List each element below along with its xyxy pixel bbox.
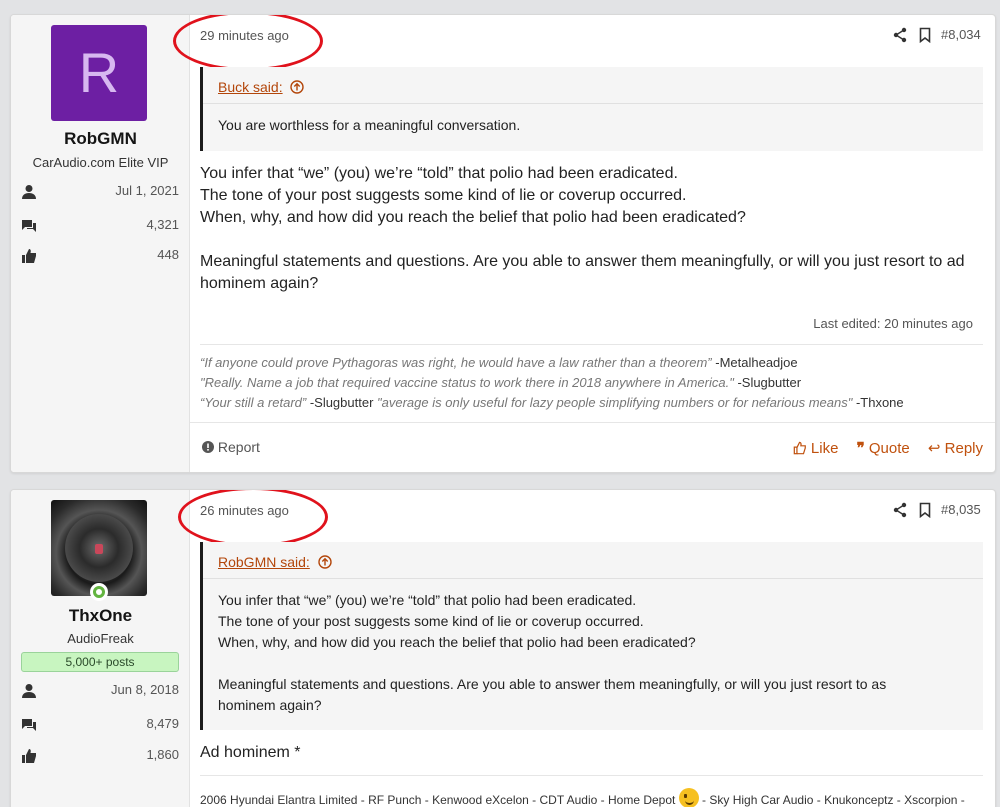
wink-emoji-icon	[678, 788, 699, 807]
bookmark-icon[interactable]	[919, 502, 931, 518]
joined-stat: Jul 1, 2021	[21, 183, 179, 203]
thumbs-up-icon	[793, 441, 806, 455]
signature-line: “If anyone could prove Pythagoras was ri…	[200, 353, 983, 373]
reactions-stat: 448	[21, 247, 179, 267]
arrow-up-circle-icon[interactable]	[290, 80, 305, 94]
highlight-ring	[173, 15, 323, 71]
signature-author: -Thxone	[852, 395, 904, 410]
body-line: Meaningful statements and questions. Are…	[200, 253, 965, 270]
avatar[interactable]: R	[51, 25, 147, 121]
quote-line: You infer that “we” (you) we’re “told” t…	[218, 592, 637, 608]
highlight-ring	[178, 490, 328, 547]
messages-stat: 4,321	[21, 217, 179, 237]
report-link[interactable]: Report	[202, 439, 260, 455]
signature-line: “Your still a retard” -Slugbutter "avera…	[200, 393, 983, 413]
user-title: CarAudio.com Elite VIP	[32, 155, 169, 170]
quote-label[interactable]: Quote	[869, 440, 910, 457]
like-label[interactable]: Like	[811, 440, 839, 457]
post-number[interactable]: #8,035	[941, 502, 981, 517]
post-main: 29 minutes ago #8,034 Buck said: You are…	[173, 15, 995, 472]
thumbs-up-icon	[22, 249, 36, 263]
post-number[interactable]: #8,034	[941, 27, 981, 42]
body-line: hominem again?	[200, 275, 319, 292]
last-edited: Last edited: 20 minutes ago	[813, 316, 973, 331]
signature-line: "Really. Name a job that required vaccin…	[200, 373, 983, 393]
joined-date: Jun 8, 2018	[111, 682, 179, 697]
user-panel: ThxOne AudioFreak 5,000+ posts Jun 8, 20…	[11, 490, 190, 807]
quote-marks-icon: ❞	[856, 440, 865, 457]
user-icon	[22, 185, 36, 199]
post: R RobGMN CarAudio.com Elite VIP Jul 1, 2…	[10, 14, 996, 473]
signature-quote: “If anyone could prove Pythagoras was ri…	[200, 355, 712, 370]
arrow-up-circle-icon[interactable]	[318, 555, 332, 569]
body-line: When, why, and how did you reach the bel…	[200, 209, 746, 226]
user-icon	[22, 684, 36, 698]
messages-count[interactable]: 8,479	[146, 716, 179, 731]
body-line	[200, 229, 981, 251]
user-panel: R RobGMN CarAudio.com Elite VIP Jul 1, 2…	[11, 15, 190, 472]
post-actions: Like ❞ Quote ↩ Reply	[779, 439, 983, 457]
post-footer: Report Like ❞ Quote ↩ Reply	[190, 422, 995, 472]
quote-line	[218, 653, 968, 674]
post-tools: #8,035	[893, 502, 983, 520]
quote-text: You infer that “we” (you) we’re “told” t…	[203, 578, 983, 727]
quote-header[interactable]: RobGMN said:	[203, 542, 983, 578]
signature-quote: “Your still a retard”	[200, 395, 307, 410]
messages-icon	[22, 220, 36, 232]
quote-block: RobGMN said: You infer that “we” (you) w…	[200, 542, 983, 730]
quote-button[interactable]: ❞ Quote	[857, 440, 914, 457]
signature-text: 2006 Hyundai Elantra Limited - RF Punch …	[200, 793, 679, 807]
joined-stat: Jun 8, 2018	[21, 682, 179, 702]
signature-text: - Sky High Car Audio - Knukonceptz - Xsc…	[698, 793, 965, 807]
signature-quote: "Really. Name a job that required vaccin…	[200, 375, 734, 390]
joined-date: Jul 1, 2021	[115, 183, 179, 198]
reply-button[interactable]: ↩ Reply	[928, 440, 983, 457]
reactions-count: 448	[157, 247, 179, 262]
signature-author: -Slugbutter	[306, 395, 378, 410]
post-main: 26 minutes ago #8,035 RobGMN said: You i…	[178, 490, 995, 807]
reactions-count: 1,860	[146, 747, 179, 762]
quote-text: You are worthless for a meaningful conve…	[203, 103, 983, 147]
post-tools: #8,034	[893, 27, 983, 45]
bookmark-icon[interactable]	[919, 27, 931, 43]
share-icon[interactable]	[893, 27, 907, 43]
like-button[interactable]: Like	[793, 440, 843, 457]
quote-line: When, why, and how did you reach the bel…	[218, 634, 696, 650]
quote-line: Meaningful statements and questions. Are…	[218, 676, 887, 692]
quote-header[interactable]: Buck said:	[203, 67, 983, 103]
username[interactable]: RobGMN	[11, 129, 190, 149]
messages-icon	[22, 719, 36, 731]
messages-stat: 8,479	[21, 716, 179, 736]
quote-line: The tone of your post suggests some kind…	[218, 613, 644, 629]
signature: 2006 Hyundai Elantra Limited - RF Punch …	[200, 775, 983, 807]
body-line: You infer that “we” (you) we’re “told” t…	[200, 165, 678, 182]
user-title: AudioFreak	[67, 631, 134, 646]
post: ThxOne AudioFreak 5,000+ posts Jun 8, 20…	[10, 489, 996, 807]
online-status-icon	[90, 583, 108, 601]
info-icon	[202, 441, 214, 453]
quote-line: hominem again?	[218, 697, 322, 713]
report-label[interactable]: Report	[218, 439, 260, 455]
avatar[interactable]	[51, 500, 147, 596]
user-banner: 5,000+ posts	[21, 652, 179, 672]
post-body: Ad hominem *	[200, 744, 301, 761]
reply-arrow-icon: ↩	[927, 440, 941, 457]
signature-author: -Metalheadjoe	[711, 355, 798, 370]
body-line: The tone of your post suggests some kind…	[200, 187, 687, 204]
quote-author[interactable]: Buck said:	[218, 79, 283, 95]
reply-label[interactable]: Reply	[945, 440, 983, 457]
thumbs-up-icon	[22, 749, 36, 763]
reactions-stat: 1,860	[21, 747, 179, 767]
username[interactable]: ThxOne	[11, 606, 190, 626]
post-body: You infer that “we” (you) we’re “told” t…	[200, 163, 981, 295]
messages-count[interactable]: 4,321	[146, 217, 179, 232]
subwoofer-badge	[95, 544, 103, 554]
share-icon[interactable]	[893, 502, 907, 518]
signature: “If anyone could prove Pythagoras was ri…	[200, 344, 983, 413]
quote-author[interactable]: RobGMN said:	[218, 554, 310, 570]
signature-author: -Slugbutter	[733, 375, 802, 390]
quote-block: Buck said: You are worthless for a meani…	[200, 67, 983, 151]
signature-quote: "average is only useful for lazy people …	[377, 395, 853, 410]
